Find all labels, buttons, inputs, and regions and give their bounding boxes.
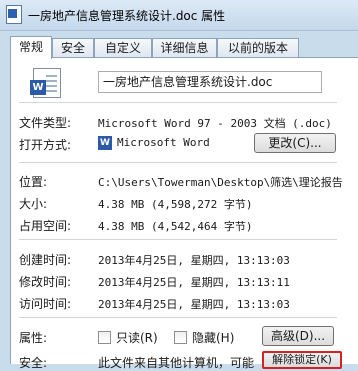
size-value: 4.38 MB (4,598,272 字节): [98, 198, 253, 211]
word-document-icon: [6, 5, 22, 24]
advanced-button[interactable]: 高级(D)...: [262, 326, 334, 346]
location-label: 位置:: [19, 175, 48, 189]
separator: [19, 239, 337, 240]
word-app-icon: W: [98, 136, 112, 150]
tab-details[interactable]: 详细信息: [152, 38, 217, 57]
general-panel: W 一房地产信息管理系统设计.doc 文件类型: Microsoft Word …: [10, 57, 358, 370]
readonly-checkbox[interactable]: [98, 331, 111, 344]
file-type-label: 文件类型:: [19, 116, 72, 130]
change-button[interactable]: 更改(C)...: [254, 133, 336, 153]
readonly-label[interactable]: 只读(R): [116, 329, 158, 346]
tab-general[interactable]: 常规: [10, 36, 52, 59]
accessed-value: 2013年4月25日, 星期四, 13:13:03: [98, 298, 290, 311]
size-label: 大小:: [19, 197, 48, 211]
filename-field[interactable]: 一房地产信息管理系统设计.doc: [98, 71, 322, 93]
size-on-disk-value: 4.38 MB (4,542,464 字节): [98, 220, 253, 233]
tab-previous-versions[interactable]: 以前的版本: [217, 38, 299, 57]
word-document-icon: W: [30, 68, 61, 98]
hidden-label[interactable]: 隐藏(H): [192, 329, 234, 346]
separator: [19, 317, 337, 318]
opens-with-app: Microsoft Word: [117, 136, 210, 149]
security-label: 安全:: [19, 356, 48, 370]
opens-with-label: 打开方式:: [19, 138, 72, 152]
window-title: 一房地产信息管理系统设计.doc 属性: [28, 9, 226, 23]
modified-label: 修改时间:: [19, 275, 72, 289]
location-value: C:\Users\Towerman\Desktop\筛选\理论报告: [98, 176, 343, 189]
hidden-checkbox[interactable]: [174, 331, 187, 344]
unblock-button[interactable]: 解除锁定(K): [262, 351, 342, 369]
attributes-label: 属性:: [19, 331, 48, 345]
title-bar: 一房地产信息管理系统设计.doc 属性: [0, 0, 358, 31]
separator: [19, 162, 337, 163]
accessed-label: 访问时间:: [19, 297, 72, 311]
modified-value: 2013年4月25日, 星期四, 13:13:11: [98, 276, 290, 289]
tab-custom[interactable]: 自定义: [94, 38, 152, 57]
created-label: 创建时间:: [19, 253, 72, 267]
tab-security[interactable]: 安全: [52, 38, 94, 57]
security-warning-text: 此文件来自其他计算机，可能: [98, 356, 255, 370]
file-type-value: Microsoft Word 97 - 2003 文档 (.doc): [98, 117, 332, 130]
separator: [19, 102, 337, 103]
size-on-disk-label: 占用空间:: [19, 219, 72, 233]
created-value: 2013年4月25日, 星期四, 13:13:03: [98, 254, 290, 267]
